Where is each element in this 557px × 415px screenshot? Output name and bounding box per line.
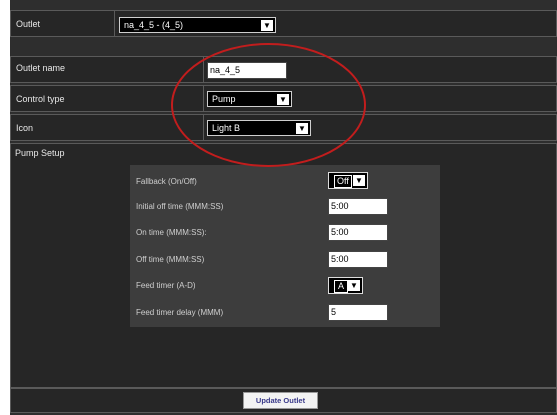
control-type-label: Control type bbox=[16, 94, 65, 104]
outlet-label: Outlet bbox=[16, 19, 41, 29]
chevron-down-icon: ▼ bbox=[261, 20, 273, 31]
outlet-name-input[interactable]: na_4_5 bbox=[207, 62, 287, 79]
pump-setup-panel: Fallback (On/Off) Off ▼ Initial off time… bbox=[130, 165, 440, 327]
outlet-settings-panel: Outlet na_4_5 - (4_5) ▼ Outlet name na_4… bbox=[10, 0, 557, 415]
off-time-label: Off time (MMM:SS) bbox=[136, 255, 205, 264]
divider bbox=[203, 86, 204, 111]
off-time-input[interactable]: 5:00 bbox=[328, 251, 388, 268]
feed-timer-delay-input[interactable]: 5 bbox=[328, 304, 388, 321]
control-type-row: Control type Pump ▼ bbox=[10, 85, 557, 112]
control-type-select[interactable]: Pump ▼ bbox=[207, 91, 292, 107]
initial-off-time-input[interactable]: 5:00 bbox=[328, 198, 388, 215]
divider bbox=[114, 11, 115, 36]
outlet-name-row: Outlet name na_4_5 bbox=[10, 56, 557, 83]
chevron-down-icon: ▼ bbox=[277, 94, 289, 105]
chevron-down-icon: ▼ bbox=[353, 175, 365, 186]
fallback-label: Fallback (On/Off) bbox=[136, 177, 197, 186]
divider bbox=[203, 57, 204, 82]
fallback-select[interactable]: Off ▼ bbox=[328, 172, 368, 189]
footer-row: Update Outlet bbox=[10, 388, 557, 413]
feed-timer-select[interactable]: A ▼ bbox=[328, 277, 363, 294]
outlet-select[interactable]: na_4_5 - (4_5) ▼ bbox=[119, 17, 276, 33]
icon-row: Icon Light B ▼ bbox=[10, 114, 557, 141]
icon-label: Icon bbox=[16, 123, 34, 133]
on-time-label: On time (MMM:SS): bbox=[136, 228, 207, 237]
chevron-down-icon: ▼ bbox=[296, 123, 308, 134]
pump-setup-label: Pump Setup bbox=[15, 148, 65, 158]
initial-off-time-label: Initial off time (MMM:SS) bbox=[136, 202, 224, 211]
outlet-row: Outlet na_4_5 - (4_5) ▼ bbox=[10, 10, 557, 37]
icon-select[interactable]: Light B ▼ bbox=[207, 120, 311, 136]
on-time-input[interactable]: 5:00 bbox=[328, 224, 388, 241]
divider bbox=[203, 115, 204, 140]
chevron-down-icon: ▼ bbox=[348, 280, 360, 291]
feed-timer-label: Feed timer (A-D) bbox=[136, 281, 196, 290]
update-outlet-button[interactable]: Update Outlet bbox=[243, 392, 318, 409]
outlet-name-label: Outlet name bbox=[16, 63, 66, 73]
feed-timer-delay-label: Feed timer delay (MMM) bbox=[136, 308, 224, 317]
